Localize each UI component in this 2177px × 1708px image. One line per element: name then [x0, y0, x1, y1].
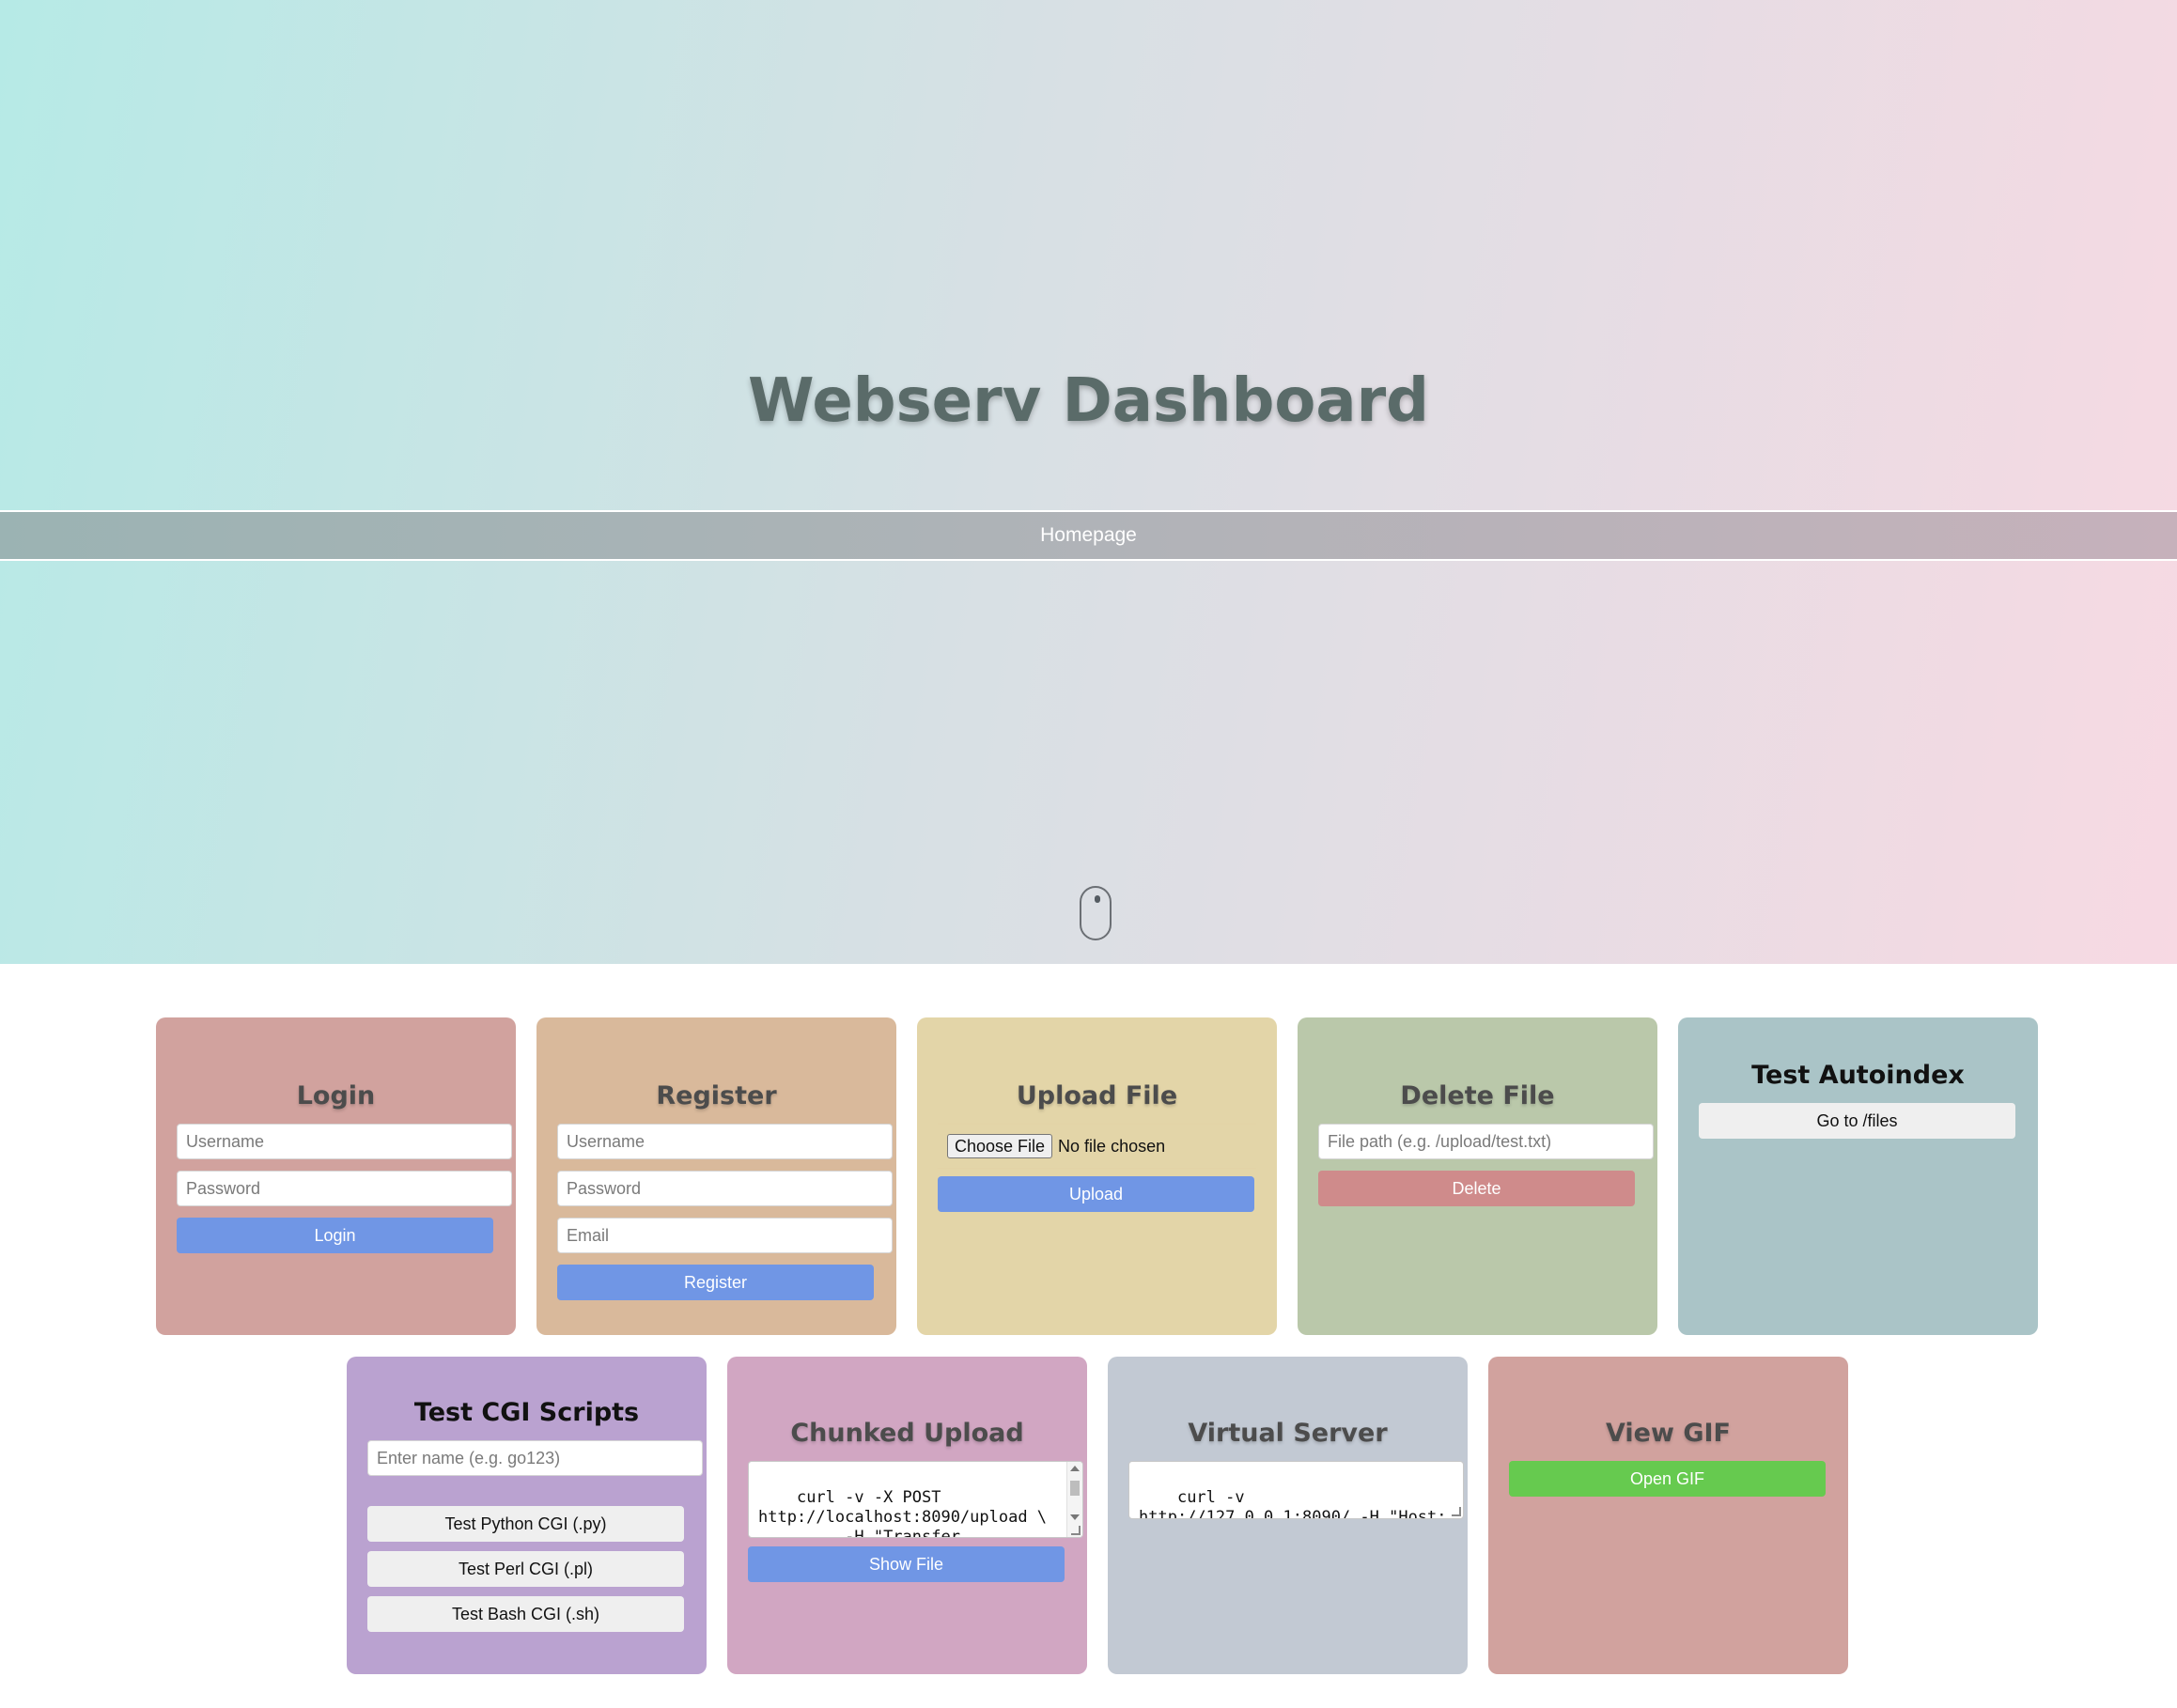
- delete-button[interactable]: Delete: [1318, 1171, 1635, 1206]
- upload-card: Upload File Choose File No file chosen U…: [917, 1017, 1277, 1335]
- login-button[interactable]: Login: [177, 1218, 493, 1253]
- goto-files-button[interactable]: Go to /files: [1699, 1103, 2015, 1139]
- vserver-title: Virtual Server: [1188, 1419, 1388, 1448]
- upload-title: Upload File: [1016, 1081, 1178, 1110]
- resize-grip-icon[interactable]: [1071, 1526, 1081, 1535]
- scroll-thumb[interactable]: [1070, 1481, 1080, 1496]
- open-gif-button[interactable]: Open GIF: [1509, 1461, 1826, 1497]
- vserver-curl-textarea[interactable]: curl -v http://127.0.0.1:8090/ -H "Host:…: [1128, 1461, 1464, 1519]
- login-card: Login Login: [156, 1017, 516, 1335]
- chunked-curl-textarea[interactable]: curl -v -X POST http://localhost:8090/up…: [748, 1461, 1083, 1538]
- chunked-upload-card: Chunked Upload curl -v -X POST http://lo…: [727, 1357, 1087, 1674]
- cgi-title: Test CGI Scripts: [413, 1398, 640, 1427]
- delete-title: Delete File: [1400, 1081, 1555, 1110]
- page-title: Webserv Dashboard: [748, 366, 1429, 436]
- delete-path-input[interactable]: [1318, 1124, 1654, 1159]
- show-file-button[interactable]: Show File: [748, 1546, 1065, 1582]
- scroll-down-icon[interactable]: [1070, 1514, 1080, 1520]
- cgi-card: Test CGI Scripts Test Python CGI (.py) T…: [347, 1357, 707, 1674]
- hero-section: Webserv Dashboard Homepage: [0, 0, 2177, 964]
- upload-button[interactable]: Upload: [938, 1176, 1254, 1212]
- cgi-name-input[interactable]: [367, 1440, 703, 1476]
- register-email-input[interactable]: [557, 1218, 893, 1253]
- scroll-mouse-icon: [1080, 886, 1112, 940]
- choose-file-button[interactable]: Choose File: [947, 1134, 1053, 1158]
- test-perl-cgi-button[interactable]: Test Perl CGI (.pl): [367, 1551, 684, 1587]
- navbar: Homepage: [0, 510, 2177, 561]
- delete-card: Delete File Delete: [1298, 1017, 1657, 1335]
- login-title: Login: [296, 1081, 376, 1110]
- gif-title: View GIF: [1606, 1419, 1731, 1448]
- test-python-cgi-button[interactable]: Test Python CGI (.py): [367, 1506, 684, 1542]
- login-password-input[interactable]: [177, 1171, 512, 1206]
- register-username-input[interactable]: [557, 1124, 893, 1159]
- file-status-text: No file chosen: [1058, 1136, 1166, 1156]
- autoindex-card: Test Autoindex Go to /files: [1678, 1017, 2038, 1335]
- register-password-input[interactable]: [557, 1171, 893, 1206]
- vserver-curl-text: curl -v http://127.0.0.1:8090/ -H "Host:…: [1139, 1488, 1447, 1519]
- resize-grip-icon[interactable]: [1452, 1507, 1461, 1516]
- mouse-wheel-dot: [1095, 895, 1100, 903]
- login-username-input[interactable]: [177, 1124, 512, 1159]
- chunked-curl-text: curl -v -X POST http://localhost:8090/up…: [758, 1488, 1048, 1538]
- gif-card: View GIF Open GIF: [1488, 1357, 1848, 1674]
- chunked-title: Chunked Upload: [790, 1419, 1024, 1448]
- nav-homepage-link[interactable]: Homepage: [1040, 524, 1137, 547]
- register-card: Register Register: [536, 1017, 896, 1335]
- register-button[interactable]: Register: [557, 1265, 874, 1300]
- test-bash-cgi-button[interactable]: Test Bash CGI (.sh): [367, 1596, 684, 1632]
- file-picker: Choose File No file chosen: [938, 1124, 1256, 1169]
- scroll-up-icon[interactable]: [1070, 1466, 1080, 1471]
- virtual-server-card: Virtual Server curl -v http://127.0.0.1:…: [1108, 1357, 1468, 1674]
- register-title: Register: [656, 1081, 777, 1110]
- autoindex-title: Test Autoindex: [1751, 1061, 1965, 1090]
